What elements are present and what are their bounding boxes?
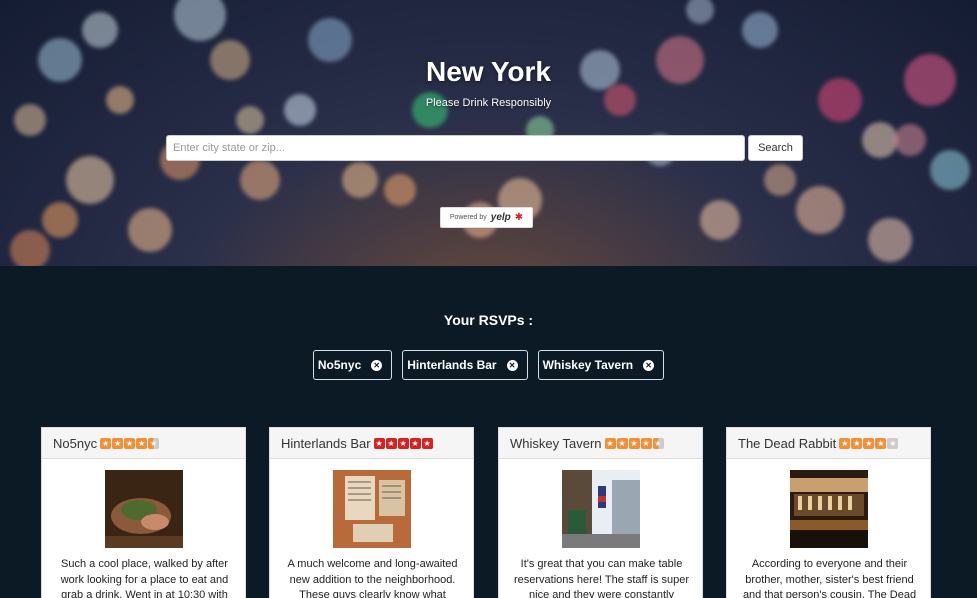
rsvp-chip-label: Hinterlands Bar [407, 358, 497, 372]
powered-by-label: Powered by [449, 214, 487, 221]
bokeh-light [894, 124, 926, 156]
bokeh-light [868, 218, 912, 262]
bar-photo[interactable] [333, 470, 411, 548]
bar-card[interactable]: No5nyc ★ ★ ★ ★ ★ Such a cool place, walked b… [41, 427, 246, 598]
star-icon: ★ [397, 437, 409, 449]
star-rating: ★ ★ ★ ★ ★ [839, 437, 899, 449]
bokeh-light [174, 0, 226, 41]
search-button[interactable]: Search [748, 135, 803, 161]
yelp-burst-icon: ✱ [514, 211, 524, 223]
bokeh-light [742, 12, 778, 48]
bar-photo[interactable] [790, 470, 868, 548]
rsvp-heading: Your RSVPs : [443, 312, 534, 328]
star-rating: ★ ★ ★ ★ ★ [100, 437, 160, 449]
bar-card[interactable]: Whiskey Tavern ★ ★ ★ ★ ★ It's great that you… [498, 427, 703, 598]
star-icon: ★ [839, 437, 851, 449]
star-icon: ★ [148, 437, 160, 449]
star-icon: ★ [887, 437, 899, 449]
rsvp-chip-label: Whiskey Tavern [542, 358, 634, 372]
bokeh-light [342, 162, 378, 198]
bar-card[interactable]: Hinterlands Bar ★ ★ ★ ★ ★ A much welcome and… [269, 427, 474, 598]
star-icon: ★ [851, 437, 863, 449]
star-icon: ★ [652, 437, 664, 449]
bokeh-light [384, 174, 416, 206]
bar-name[interactable]: The Dead Rabbit [738, 436, 836, 451]
yelp-logo-text: yelp [490, 212, 511, 223]
bokeh-light [862, 122, 898, 158]
star-icon: ★ [616, 437, 628, 449]
close-circle-icon[interactable]: ✕ [371, 359, 383, 371]
bokeh-light [764, 164, 796, 196]
bokeh-light [82, 12, 118, 48]
rsvp-chip[interactable]: Hinterlands Bar ✕ [402, 350, 528, 380]
bokeh-light [796, 186, 844, 234]
star-icon: ★ [136, 437, 148, 449]
star-icon: ★ [421, 437, 433, 449]
card-header: No5nyc ★ ★ ★ ★ ★ [42, 428, 245, 459]
card-header: The Dead Rabbit ★ ★ ★ ★ ★ [727, 428, 930, 459]
star-icon: ★ [640, 437, 652, 449]
rsvp-chip-label: No5nyc [317, 358, 362, 372]
bokeh-light [236, 106, 264, 134]
review-snippet: A much welcome and long-awaited new addi… [287, 558, 458, 598]
star-icon: ★ [112, 437, 124, 449]
bar-name[interactable]: No5nyc [53, 436, 97, 451]
bar-name[interactable]: Hinterlands Bar [281, 436, 371, 451]
star-icon: ★ [409, 437, 421, 449]
bar-card[interactable]: The Dead Rabbit ★ ★ ★ ★ ★ According to every… [726, 427, 931, 598]
hero-banner: New York Please Drink Responsibly Search… [0, 0, 977, 266]
city-title: New York [425, 56, 551, 87]
bar-name[interactable]: Whiskey Tavern [510, 436, 602, 451]
review-snippet: According to everyone and their brother,… [742, 558, 917, 598]
city-subtitle: Please Drink Responsibly [425, 97, 552, 109]
bokeh-light [128, 208, 172, 252]
star-icon: ★ [385, 437, 397, 449]
close-circle-icon[interactable]: ✕ [506, 359, 518, 371]
review-snippet: It's great that you can make table reser… [513, 558, 690, 598]
bokeh-light [700, 200, 740, 240]
bokeh-light [10, 230, 50, 266]
search-input[interactable] [166, 135, 745, 161]
card-header: Whiskey Tavern ★ ★ ★ ★ ★ [499, 428, 702, 459]
rsvp-chip[interactable]: Whiskey Tavern ✕ [537, 350, 665, 380]
star-icon: ★ [875, 437, 887, 449]
bar-photo[interactable] [562, 470, 640, 548]
bokeh-light [66, 156, 114, 204]
powered-by-yelp-badge[interactable]: Powered by yelp ✱ [440, 207, 533, 228]
rsvp-list: No5nyc ✕ Hinterlands Bar ✕ Whiskey Taver… [0, 350, 977, 380]
bar-photo[interactable] [105, 470, 183, 548]
rsvp-chip[interactable]: No5nyc ✕ [312, 350, 393, 380]
star-icon: ★ [604, 437, 616, 449]
star-icon: ★ [100, 437, 112, 449]
card-header: Hinterlands Bar ★ ★ ★ ★ ★ [270, 428, 473, 459]
bokeh-light [930, 150, 970, 190]
bokeh-light [42, 202, 78, 238]
star-icon: ★ [628, 437, 640, 449]
star-icon: ★ [863, 437, 875, 449]
star-rating: ★ ★ ★ ★ ★ [373, 437, 433, 449]
star-icon: ★ [124, 437, 136, 449]
bokeh-light [240, 160, 280, 200]
review-snippet: Such a cool place, walked by after work … [60, 558, 229, 598]
close-circle-icon[interactable]: ✕ [643, 359, 655, 371]
star-icon: ★ [373, 437, 385, 449]
star-rating: ★ ★ ★ ★ ★ [604, 437, 664, 449]
bokeh-light [686, 0, 714, 24]
